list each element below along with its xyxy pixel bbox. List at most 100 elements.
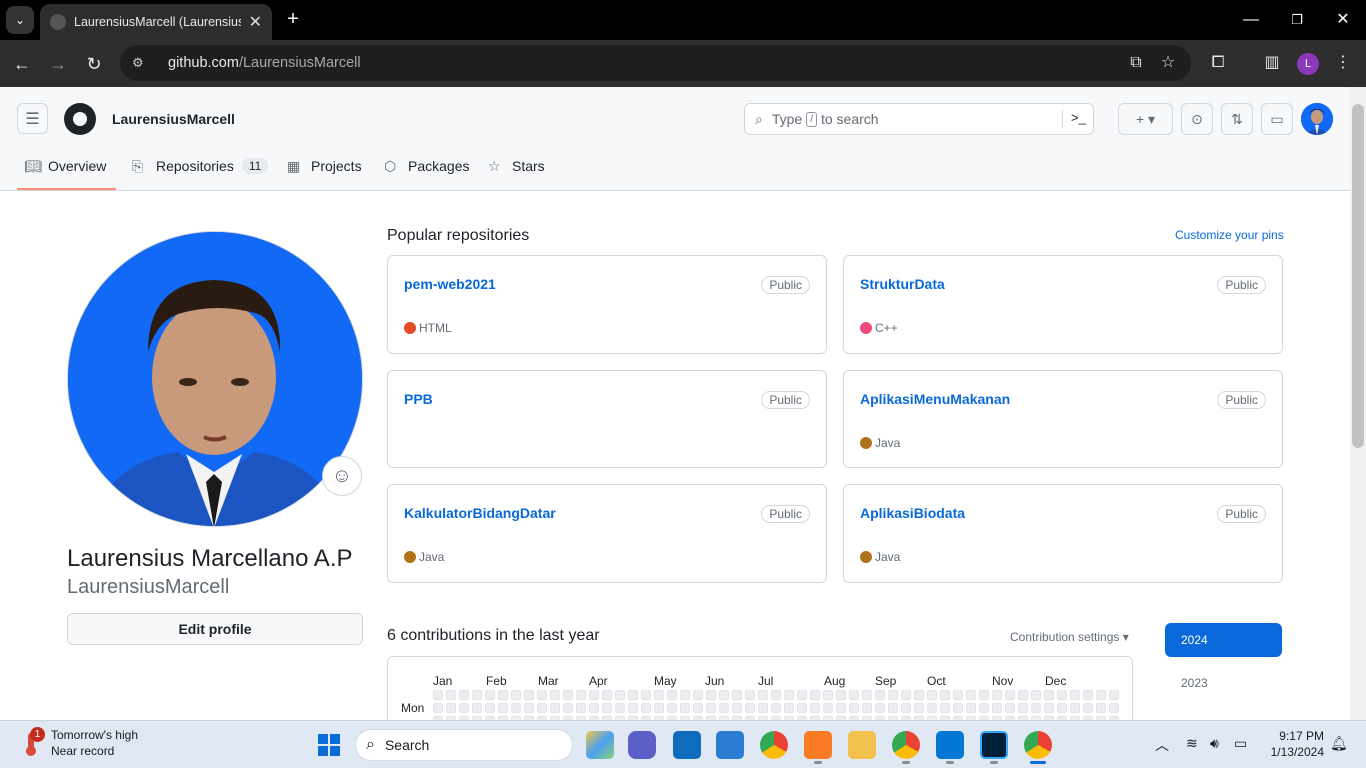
contribution-day-cell[interactable] xyxy=(1070,703,1080,713)
contribution-day-cell[interactable] xyxy=(511,703,521,713)
tab-repositories[interactable]: ⎘ Repositories 11 xyxy=(132,153,269,179)
contribution-day-cell[interactable] xyxy=(823,703,833,713)
contribution-day-cell[interactable] xyxy=(966,703,976,713)
minimize-button[interactable]: — xyxy=(1239,8,1263,32)
contribution-day-cell[interactable] xyxy=(901,690,911,700)
contribution-day-cell[interactable] xyxy=(1005,703,1015,713)
contribution-day-cell[interactable] xyxy=(550,703,560,713)
store-icon[interactable] xyxy=(716,731,744,759)
contribution-day-cell[interactable] xyxy=(810,690,820,700)
contribution-day-cell[interactable] xyxy=(784,690,794,700)
contribution-day-cell[interactable] xyxy=(537,690,547,700)
show-hidden-icons-chevron-icon[interactable]: ︿ xyxy=(1155,735,1169,755)
copilot-icon[interactable] xyxy=(586,731,614,759)
contribution-day-cell[interactable] xyxy=(537,703,547,713)
repo-name-link[interactable]: pem-web2021 xyxy=(404,276,496,292)
contribution-day-cell[interactable] xyxy=(485,690,495,700)
contribution-day-cell[interactable] xyxy=(914,703,924,713)
contribution-day-cell[interactable] xyxy=(576,690,586,700)
contribution-day-cell[interactable] xyxy=(498,690,508,700)
tab-search-menu-button[interactable]: ⌄ xyxy=(6,6,34,34)
contribution-day-cell[interactable] xyxy=(1005,690,1015,700)
vscode-icon[interactable] xyxy=(936,731,964,759)
extensions-icon[interactable]: ⧠ xyxy=(1206,51,1230,75)
search-input[interactable]: ⌕ Type / to search >_ xyxy=(744,103,1094,135)
clock-date[interactable]: 1/13/2024 xyxy=(1264,745,1324,759)
contribution-day-cell[interactable] xyxy=(563,703,573,713)
xampp-icon[interactable] xyxy=(804,731,832,759)
contribution-day-cell[interactable] xyxy=(771,690,781,700)
repo-name-link[interactable]: StrukturData xyxy=(860,276,945,292)
contribution-day-cell[interactable] xyxy=(706,703,716,713)
contribution-day-cell[interactable] xyxy=(524,703,534,713)
contribution-day-cell[interactable] xyxy=(615,690,625,700)
contribution-day-cell[interactable] xyxy=(1018,690,1028,700)
contribution-day-cell[interactable] xyxy=(862,703,872,713)
contribution-day-cell[interactable] xyxy=(446,703,456,713)
contribution-day-cell[interactable] xyxy=(602,690,612,700)
chrome-icon[interactable] xyxy=(760,731,788,759)
contribution-day-cell[interactable] xyxy=(472,703,482,713)
year-filter-2024[interactable]: 2024 xyxy=(1165,623,1282,657)
contribution-day-cell[interactable] xyxy=(641,690,651,700)
contribution-day-cell[interactable] xyxy=(745,690,755,700)
contribution-day-cell[interactable] xyxy=(992,703,1002,713)
contribution-day-cell[interactable] xyxy=(1070,690,1080,700)
contribution-day-cell[interactable] xyxy=(888,690,898,700)
notification-bell-icon[interactable]: 🔔︎ xyxy=(1330,735,1348,752)
contribution-day-cell[interactable] xyxy=(628,690,638,700)
contribution-day-cell[interactable] xyxy=(797,690,807,700)
browser-tab[interactable]: LaurensiusMarcell (Laurensius M ✕ xyxy=(40,4,272,40)
menu-hamburger-button[interactable]: ☰ xyxy=(17,103,48,134)
battery-icon[interactable]: ▭ xyxy=(1234,735,1247,752)
contribution-day-cell[interactable] xyxy=(940,690,950,700)
contribution-day-cell[interactable] xyxy=(953,690,963,700)
photoshop-icon[interactable] xyxy=(980,731,1008,759)
teams-icon[interactable] xyxy=(628,731,656,759)
contribution-day-cell[interactable] xyxy=(888,703,898,713)
close-tab-icon[interactable]: ✕ xyxy=(249,12,262,32)
contribution-day-cell[interactable] xyxy=(862,690,872,700)
contribution-day-cell[interactable] xyxy=(758,690,768,700)
contribution-day-cell[interactable] xyxy=(667,703,677,713)
contribution-day-cell[interactable] xyxy=(628,703,638,713)
contribution-day-cell[interactable] xyxy=(1031,690,1041,700)
contribution-day-cell[interactable] xyxy=(485,703,495,713)
install-app-icon[interactable]: ⧉ xyxy=(1124,51,1148,75)
contribution-day-cell[interactable] xyxy=(953,703,963,713)
contribution-day-cell[interactable] xyxy=(927,703,937,713)
contribution-day-cell[interactable] xyxy=(1083,703,1093,713)
contribution-day-cell[interactable] xyxy=(732,703,742,713)
contribution-day-cell[interactable] xyxy=(446,690,456,700)
contribution-day-cell[interactable] xyxy=(836,703,846,713)
contribution-day-cell[interactable] xyxy=(719,703,729,713)
back-button[interactable]: ← xyxy=(10,52,34,76)
mail-icon[interactable] xyxy=(673,731,701,759)
contribution-day-cell[interactable] xyxy=(1057,703,1067,713)
contribution-day-cell[interactable] xyxy=(745,703,755,713)
contribution-day-cell[interactable] xyxy=(1109,690,1119,700)
contribution-day-cell[interactable] xyxy=(836,690,846,700)
windows-start-icon[interactable] xyxy=(318,734,340,756)
contribution-day-cell[interactable] xyxy=(875,690,885,700)
contribution-day-cell[interactable] xyxy=(472,690,482,700)
user-avatar[interactable] xyxy=(1301,103,1333,135)
forward-button[interactable]: → xyxy=(46,52,70,76)
scrollbar-thumb[interactable] xyxy=(1352,104,1364,448)
contribution-day-cell[interactable] xyxy=(693,690,703,700)
command-palette-icon[interactable]: >_ xyxy=(1071,110,1086,125)
contribution-day-cell[interactable] xyxy=(823,690,833,700)
contribution-day-cell[interactable] xyxy=(771,703,781,713)
contribution-day-cell[interactable] xyxy=(1096,703,1106,713)
contribution-day-cell[interactable] xyxy=(459,703,469,713)
contribution-day-cell[interactable] xyxy=(810,703,820,713)
restore-button[interactable]: ❐ xyxy=(1285,8,1309,32)
contribution-day-cell[interactable] xyxy=(615,703,625,713)
contribution-day-cell[interactable] xyxy=(524,690,534,700)
weather-text[interactable]: Tomorrow's high xyxy=(51,728,138,742)
contribution-settings-dropdown[interactable]: Contribution settings ▾ xyxy=(1010,630,1129,644)
contribution-day-cell[interactable] xyxy=(914,690,924,700)
contribution-day-cell[interactable] xyxy=(797,703,807,713)
repo-name-link[interactable]: PPB xyxy=(404,391,433,407)
chrome-profile-icon[interactable] xyxy=(892,731,920,759)
